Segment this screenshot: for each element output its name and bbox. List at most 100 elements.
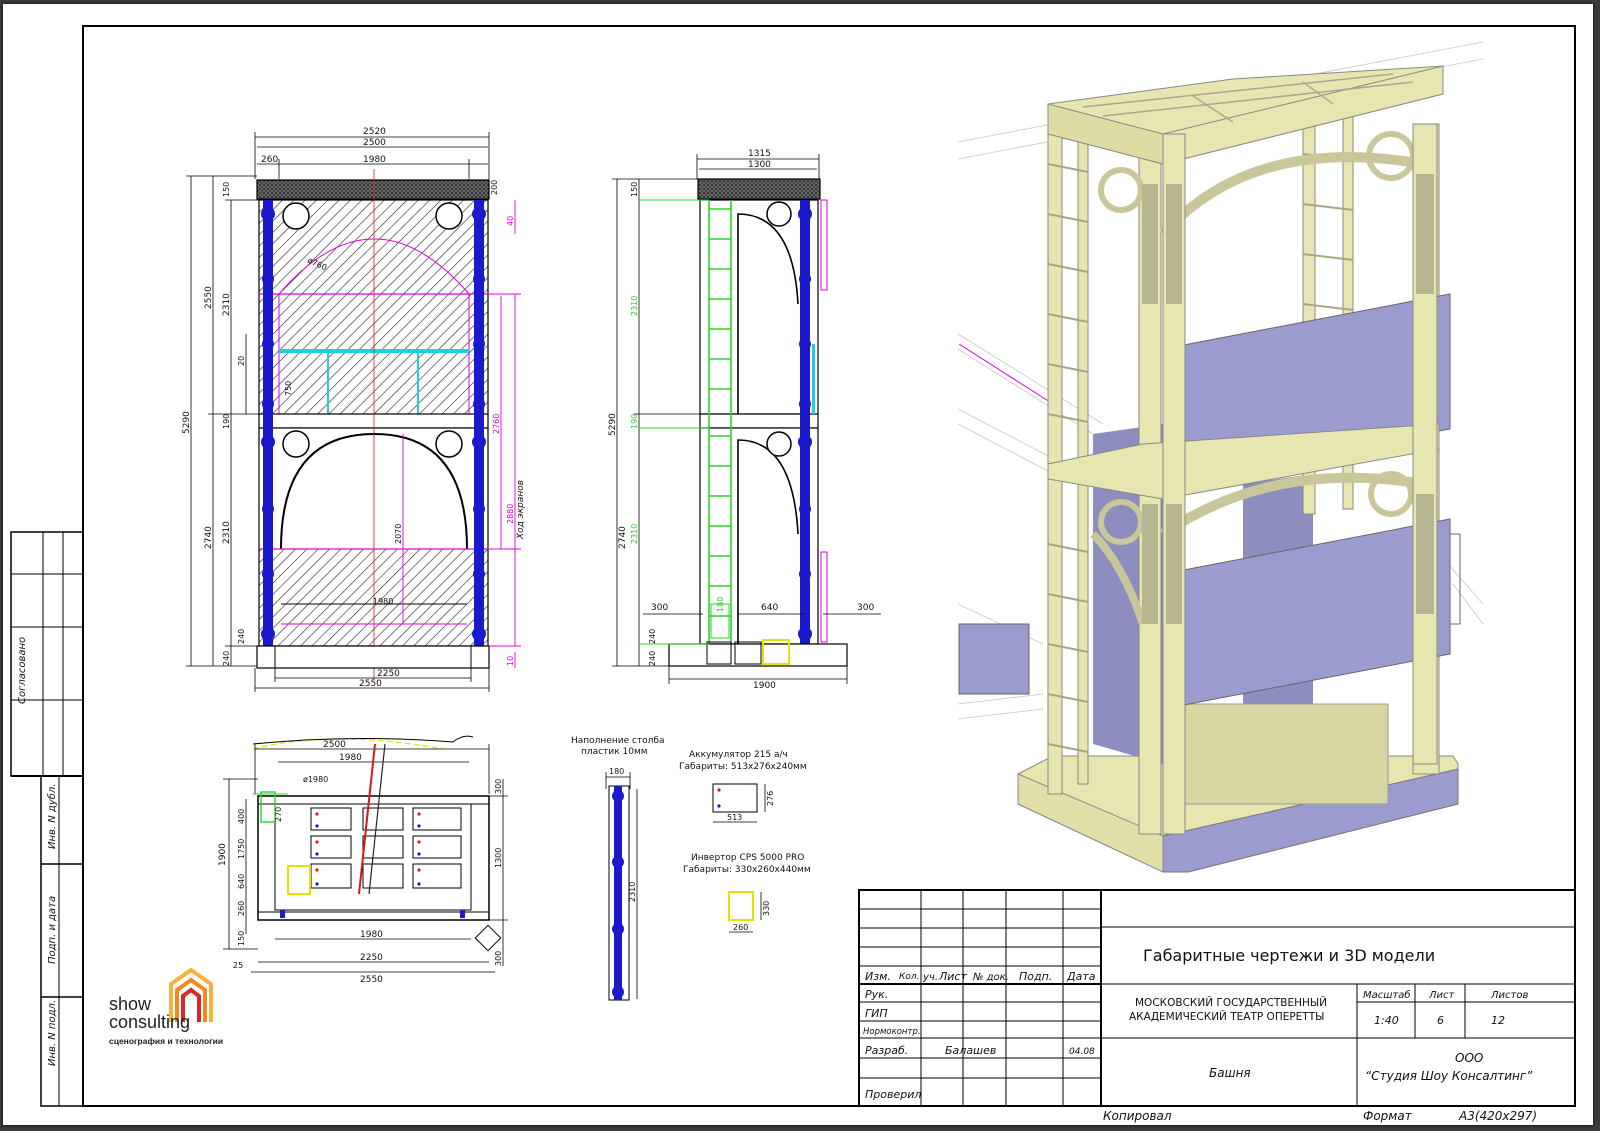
front-dim-right-5: 10 [506, 656, 515, 666]
front-dim-top-0: 2520 [363, 127, 386, 137]
tb-drawing-title: Габаритные чертежи и 3D модели [1143, 946, 1435, 965]
side-dim-bottom-0: 300 [651, 603, 668, 613]
battery-dim-w: 513 [727, 813, 742, 822]
inverter-dim-w: 260 [733, 923, 748, 932]
column-detail: Наполнение столба пластик 10мм 180 2310 [571, 736, 665, 1001]
stamp-podp-data: Подп. и дата [47, 896, 58, 964]
plan-dim-left-2: 1750 [237, 839, 246, 859]
side-dim-left-4: 2740 [618, 526, 628, 549]
plan-dim-left-6: 25 [233, 961, 243, 970]
logo-tagline: сценография и технологии [109, 1036, 223, 1046]
front-dim-left-3: 2310 [222, 293, 232, 316]
stamp-agreed: Согласовано [17, 637, 28, 704]
stamp-inv-dubl: Инв. N дубл. [46, 784, 58, 850]
front-dim-right-0: 40 [506, 216, 515, 226]
plan-dim-bottom-2: 2550 [360, 975, 383, 985]
tb-header-doc: № док. [972, 972, 1009, 983]
tb-header-izm: Изм. [865, 970, 891, 983]
tb-format-value: А3(420х297) [1458, 1109, 1537, 1123]
front-dim-left-9: 240 [237, 629, 246, 644]
front-dim-bottom-0: 2250 [377, 669, 400, 679]
front-dim-bottom-1: 2550 [359, 679, 382, 689]
side-dim-left-5: 2310 [630, 524, 639, 544]
side-dim-left-3: 190 [630, 414, 639, 429]
plan-dim-left-3: 640 [237, 874, 246, 889]
plan-dim-top-0: 2500 [323, 740, 346, 750]
plan-dim-bottom-0: 1980 [360, 930, 383, 940]
tower-3d-model [957, 41, 1484, 873]
inverter-detail: Инвертор CPS 5000 PRO Габариты: 330х260х… [683, 853, 811, 933]
tb-org-1: МОСКОВСКИЙ ГОСУДАРСТВЕННЫЙ [1135, 996, 1327, 1009]
tb-role-ruk: Рук. [865, 988, 888, 1001]
side-dim-top-1: 1300 [748, 160, 771, 170]
tb-object: Башня [1209, 1066, 1251, 1080]
tb-scale: 1:40 [1374, 1014, 1399, 1027]
tb-role-proveril: Проверил [865, 1088, 921, 1101]
plan-dim-left-4: 260 [237, 901, 246, 916]
side-view: 1315 1300 5290 150 2310 190 2740 2310 24… [608, 149, 881, 691]
stamp-inv-podl: Инв. N подл. [47, 1000, 58, 1066]
inverter-title: Инвертор CPS 5000 PRO [691, 853, 804, 863]
plan-dim-left-5: 150 [237, 931, 246, 946]
tb-header-date: Дата [1066, 970, 1096, 983]
tb-col-sheet: Лист [1428, 990, 1456, 1001]
company-logo: show consulting сценография и технологии [109, 967, 223, 1046]
battery-dim-h: 276 [766, 791, 775, 806]
tb-col-scale: Масштаб [1363, 989, 1411, 1001]
plan-dim-bottom-1: 2250 [360, 953, 383, 963]
tb-header-kol: Кол. [899, 972, 920, 982]
tb-header-uch: уч. [922, 972, 938, 983]
plan-dim-right-1: 1300 [494, 848, 503, 868]
tb-header-list: Лист [938, 970, 967, 983]
side-small-label: 180 [716, 597, 725, 612]
side-dim-left-1: 150 [630, 182, 639, 197]
front-view: 2520 2500 260 1980 200 ø760 5290 2550 15… [182, 127, 526, 692]
inverter-size: Габариты: 330х260х440мм [683, 865, 811, 875]
front-dim-top-4: 200 [490, 180, 499, 195]
front-dim-right-2: 2880 [506, 504, 515, 524]
tb-copied: Копировал [1103, 1109, 1172, 1123]
plan-dim-left-0: 1900 [218, 843, 228, 866]
plan-dim-right-0: 300 [494, 779, 503, 794]
plan-dim-top-1: 1980 [339, 753, 362, 763]
front-dim-left-6: 190 [222, 414, 231, 429]
front-dim-top-3: 1980 [363, 155, 386, 165]
front-dim-right-3: 2070 [394, 524, 403, 544]
front-dim-right-4: 1980 [373, 597, 393, 606]
inverter-dim-h: 330 [762, 901, 771, 916]
column-title-1: Наполнение столба [571, 736, 665, 746]
plan-dim-inner-0: 270 [274, 807, 283, 822]
tb-role-razrab: Разраб. [865, 1044, 908, 1057]
tb-date: 04.08 [1069, 1047, 1095, 1057]
plan-dim-left-1: 400 [237, 809, 246, 824]
tb-format-label: Формат [1363, 1109, 1413, 1123]
column-width-dim: 180 [609, 767, 624, 776]
tb-sheets: 12 [1491, 1014, 1505, 1027]
tb-developer: Балашев [945, 1044, 996, 1057]
tb-company-2: “Студия Шоу Консалтинг” [1365, 1069, 1533, 1083]
front-travel-label: Ход экранов [516, 480, 526, 540]
front-dim-left-10: 240 [222, 651, 231, 666]
battery-title: Аккумулятор 215 а/ч [689, 750, 788, 760]
plan-circle-dim: ø1980 [303, 775, 328, 784]
front-dim-left-1: 2550 [204, 286, 214, 309]
plan-view: 2500 1980 ø1980 1900 400 1750 640 260 15… [218, 735, 508, 985]
side-dim-left-6: 240 [648, 629, 657, 644]
side-dim-bottom-1: 640 [761, 603, 778, 613]
tb-role-gip: ГИП [865, 1007, 888, 1020]
battery-size: Габариты: 513х276х240мм [679, 762, 807, 772]
front-dim-left-4: 20 [237, 356, 246, 366]
side-dim-bottom-2: 300 [857, 603, 874, 613]
side-dim-left-2: 2310 [630, 296, 639, 316]
tb-sheet: 6 [1437, 1014, 1444, 1027]
front-dim-top-1: 2500 [363, 138, 386, 148]
front-dim-left-8: 2310 [222, 521, 232, 544]
plan-dim-right-2: 300 [494, 951, 503, 966]
side-dim-left-0: 5290 [608, 413, 618, 436]
tb-col-sheets: Листов [1490, 990, 1528, 1001]
column-title-2: пластик 10мм [581, 747, 648, 757]
logo-line2: consulting [109, 1012, 190, 1032]
side-dim-top-0: 1315 [748, 149, 771, 159]
logo-line1: show [109, 994, 152, 1014]
battery-detail: Аккумулятор 215 а/ч Габариты: 513х276х24… [679, 750, 807, 823]
